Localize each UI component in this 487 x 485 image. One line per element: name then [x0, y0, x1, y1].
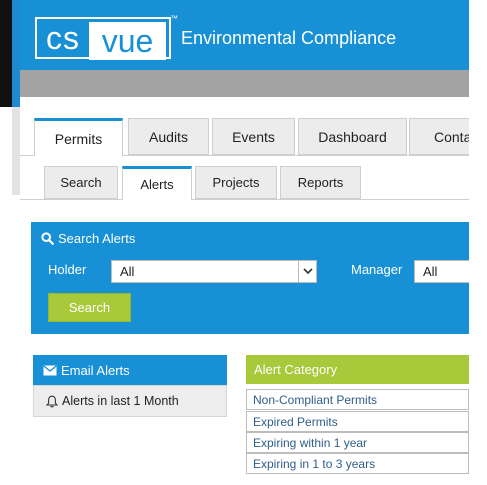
sub-tabs-divider — [20, 199, 469, 200]
app-title: Environmental Compliance — [181, 28, 397, 48]
search-alerts-panel: Search Alerts Holder All Manager All Sea… — [31, 222, 469, 334]
subtab-reports[interactable]: Reports — [280, 166, 361, 199]
search-alerts-title: Search Alerts — [58, 231, 136, 246]
envelope-icon — [43, 364, 57, 375]
alerts-last-month-item[interactable]: Alerts in last 1 Month — [33, 385, 227, 417]
tab-contacts[interactable]: Conta — [409, 118, 469, 155]
alerts-last-month-label: Alerts in last 1 Month — [62, 394, 179, 408]
holder-select[interactable]: All — [111, 260, 317, 283]
manager-label: Manager — [351, 262, 403, 277]
window-edge-accent — [12, 0, 20, 107]
tab-dashboard[interactable]: Dashboard — [298, 118, 407, 155]
main-tabs: Permits Audits Events Dashboard Conta — [34, 118, 469, 156]
category-expired[interactable]: Expired Permits — [246, 411, 469, 432]
window-edge-strip — [12, 107, 20, 195]
tab-permits[interactable]: Permits — [34, 118, 123, 156]
alert-category-heading: Alert Category — [246, 355, 469, 384]
logo-cs: cs — [46, 19, 80, 56]
header-subbar — [20, 70, 469, 97]
manager-select-value: All — [423, 264, 438, 279]
manager-select[interactable]: All — [414, 260, 469, 283]
search-icon — [41, 232, 54, 245]
holder-select-value: All — [120, 264, 135, 279]
csvue-logo[interactable]: cs vue ™ — [35, 14, 178, 60]
subtab-search[interactable]: Search — [44, 166, 118, 199]
holder-label: Holder — [48, 262, 87, 277]
subtab-projects[interactable]: Projects — [195, 166, 277, 199]
search-button[interactable]: Search — [48, 293, 131, 322]
window-edge — [0, 0, 12, 107]
app-header: cs vue ™ Environmental Compliance — [20, 0, 469, 70]
email-alerts-title: Email Alerts — [61, 362, 130, 378]
tab-events[interactable]: Events — [212, 118, 295, 155]
category-non-compliant[interactable]: Non-Compliant Permits — [246, 389, 469, 410]
email-alerts-panel: Email Alerts Alerts in last 1 Month — [33, 355, 227, 418]
bell-icon — [46, 395, 58, 407]
category-expiring-1-year[interactable]: Expiring within 1 year — [246, 432, 469, 453]
alert-category-panel: Alert Category Non-Compliant Permits Exp… — [246, 355, 469, 485]
search-alerts-heading: Search Alerts — [41, 231, 135, 246]
category-expiring-1-3-years[interactable]: Expiring in 1 to 3 years — [246, 453, 469, 474]
holder-dropdown-toggle[interactable] — [298, 261, 316, 282]
subtab-alerts[interactable]: Alerts — [122, 166, 192, 200]
logo-trademark: ™ — [170, 14, 178, 23]
chevron-down-icon — [302, 268, 313, 275]
tab-audits[interactable]: Audits — [128, 118, 209, 155]
email-alerts-heading: Email Alerts — [33, 355, 227, 385]
logo-vue: vue — [89, 22, 166, 60]
